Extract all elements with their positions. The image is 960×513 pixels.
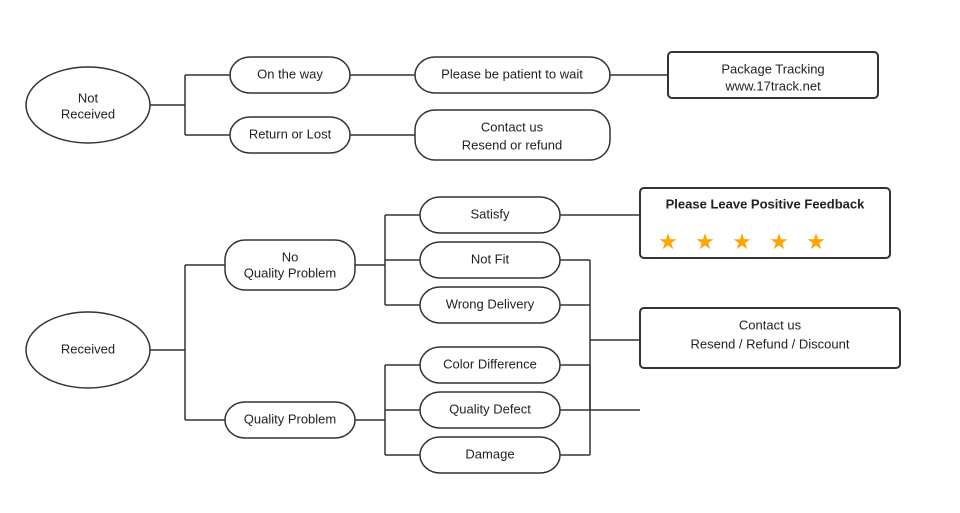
patient-wait-label: Please be patient to wait — [441, 66, 583, 81]
satisfy-label: Satisfy — [470, 206, 510, 221]
contact-resend-refund-label2: Resend or refund — [462, 137, 562, 152]
damage-label: Damage — [465, 446, 514, 461]
not-received-label: Not — [78, 90, 99, 105]
wrong-delivery-label: Wrong Delivery — [446, 296, 535, 311]
contact-rrd-label1: Contact us — [739, 317, 802, 332]
not-fit-label: Not Fit — [471, 251, 510, 266]
star1: ★ — [658, 229, 678, 254]
quality-problem-label: Quality Problem — [244, 411, 336, 426]
return-lost-label: Return or Lost — [249, 126, 332, 141]
no-quality-problem-label2: Quality Problem — [244, 265, 336, 280]
feedback-label: Please Leave Positive Feedback — [666, 196, 865, 211]
package-tracking-label1: Package Tracking — [721, 61, 824, 76]
received-label: Received — [61, 341, 115, 356]
not-received-label2: Received — [61, 106, 115, 121]
flowchart-diagram: Not Received On the way Please be patien… — [0, 0, 960, 513]
no-quality-problem-label1: No — [282, 249, 299, 264]
contact-resend-refund-label1: Contact us — [481, 119, 544, 134]
star4: ★ — [769, 229, 789, 254]
quality-defect-label: Quality Defect — [449, 401, 531, 416]
color-difference-label: Color Difference — [443, 356, 537, 371]
star3: ★ — [732, 229, 752, 254]
package-tracking-label2: www.17track.net — [724, 78, 821, 93]
contact-rrd-label2: Resend / Refund / Discount — [691, 336, 850, 351]
star5: ★ — [806, 229, 826, 254]
star2: ★ — [695, 229, 715, 254]
on-the-way-label: On the way — [257, 66, 323, 81]
contact-resend-refund-node — [415, 110, 610, 160]
